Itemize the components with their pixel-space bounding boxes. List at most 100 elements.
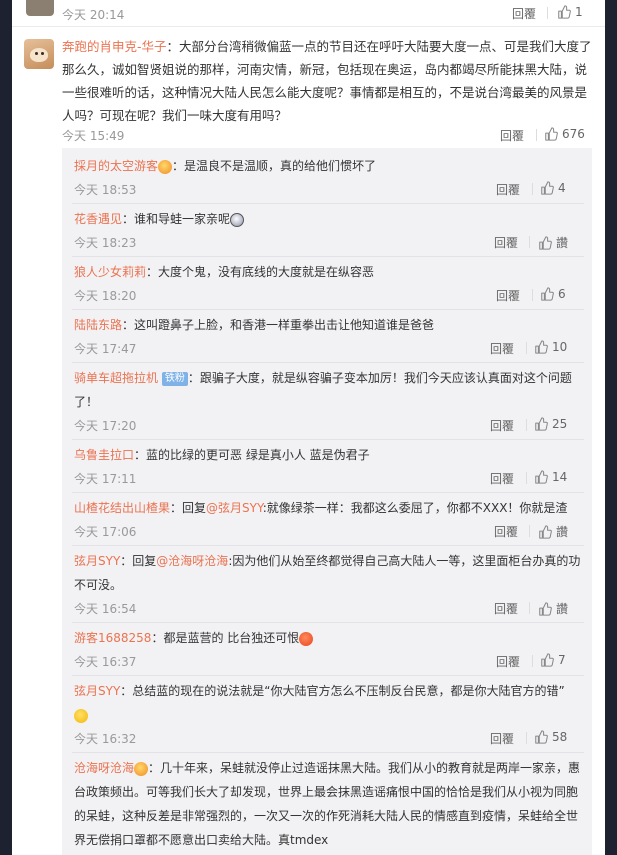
reply-text: ：几十年来，呆蛙就没停止过造谣抹黑大陆。我们从小的教育就是两岸一家亲，惠台政策频… <box>74 761 581 847</box>
reply-button[interactable]: 回覆 <box>494 600 518 617</box>
thumbs-up-icon <box>535 730 548 744</box>
divider <box>536 129 537 141</box>
thumbs-up-icon <box>539 235 552 250</box>
reply-footer: 今天 18:53 回覆 4 <box>74 181 584 197</box>
like-count: 25 <box>552 417 568 431</box>
emoji-icon <box>230 212 245 227</box>
reply-button[interactable]: 回覆 <box>490 730 514 747</box>
like-button[interactable]: 25 <box>534 417 567 431</box>
reply-footer: 今天 16:54 回覆 讚 <box>74 600 584 616</box>
reply-body: 山楂花结出山楂果：回复@弦月SYY:就像绿茶一样：我都这么委屈了，你都不XXX！… <box>74 496 584 520</box>
reply-body: 花香遇见：谁和导蛙一家亲呢 <box>74 207 584 231</box>
thumbs-up-icon <box>541 287 554 301</box>
reply-footer: 今天 16:32 回覆 58 <box>74 730 584 746</box>
username-link[interactable]: 骑单车超拖拉机 <box>74 371 158 385</box>
username-link[interactable]: 陆陆东路 <box>74 318 122 332</box>
like-button[interactable]: 10 <box>534 340 567 354</box>
username-link[interactable]: 游客1688258 <box>74 631 151 645</box>
thumbs-up-icon <box>535 417 548 431</box>
reply-button[interactable]: 回覆 <box>496 653 520 670</box>
avatar[interactable] <box>26 0 54 16</box>
reply-time: 今天 16:37 <box>74 655 137 669</box>
reply-separator <box>72 752 584 753</box>
reply-button[interactable]: 回覆 <box>496 181 520 198</box>
reply-footer: 今天 17:20 回覆 25 <box>74 417 584 433</box>
username-link[interactable]: 沧海呀沧海 <box>74 761 134 775</box>
thumbs-up-icon <box>535 340 548 354</box>
like-button[interactable]: 676 <box>544 127 585 141</box>
reply-text: ：蓝的比绿的更可恶 绿是真小人 蓝是伪君子 <box>134 448 370 462</box>
mention-link[interactable]: @弦月SYY <box>206 501 263 515</box>
divider <box>529 236 530 248</box>
reply-button[interactable]: 回覆 <box>512 5 536 22</box>
avatar-eye <box>41 52 44 55</box>
reply-text: ：是温良不是温顺，真的给他们惯坏了 <box>172 159 377 173</box>
emoji-icon <box>134 761 149 776</box>
reply-time: 今天 17:06 <box>74 525 137 539</box>
divider <box>547 7 548 19</box>
emoji-icon <box>299 631 314 646</box>
reply-body: 採月的太空游客 ：是温良不是温顺，真的给他们惯坏了 <box>74 154 584 178</box>
reply-footer: 今天 18:23 回覆 讚 <box>74 234 584 250</box>
username-link[interactable]: 乌鲁圭拉口 <box>74 448 134 462</box>
like-button[interactable]: 14 <box>534 470 567 484</box>
thumbs-up-icon <box>535 470 548 484</box>
reply-time: 今天 16:54 <box>74 602 137 616</box>
comment-body: 奔跑的肖申克-华子：大部分台湾稍微偏蓝一点的节目还在呼吁大陆要大度一点、可是我们… <box>62 35 592 127</box>
reply-time: 今天 18:53 <box>74 183 137 197</box>
reply-text: ：总结蓝的现在的说法就是“你大陆官方怎么不压制反台民意，都是你大陆官方的错” <box>120 684 565 698</box>
like-button[interactable]: 讚 <box>538 234 568 251</box>
reply-separator <box>72 439 584 440</box>
reply-separator <box>72 675 584 676</box>
reply-button[interactable]: 回覆 <box>494 523 518 540</box>
like-button[interactable]: 讚 <box>538 600 568 617</box>
reply-footer: 今天 17:06 回覆 讚 <box>74 523 584 539</box>
like-count: 讚 <box>556 236 569 250</box>
reply-button[interactable]: 回覆 <box>490 340 514 357</box>
username-link[interactable]: 弦月SYY <box>74 684 120 698</box>
reply-text: ：这叫蹬鼻子上脸，和香港一样重拳出击让他知道谁是爸爸 <box>122 318 435 332</box>
reply-button[interactable]: 回覆 <box>490 417 514 434</box>
comment-footer: 今天 15:49 回覆 676 <box>62 126 592 144</box>
divider <box>526 472 527 484</box>
reply-separator <box>72 545 584 546</box>
username-link[interactable]: 弦月SYY <box>74 554 120 568</box>
comment-time: 今天 15:49 <box>62 129 125 143</box>
like-button[interactable]: 6 <box>540 287 566 301</box>
reply-separator <box>72 203 584 204</box>
reply-button[interactable]: 回覆 <box>494 234 518 251</box>
like-button[interactable]: 7 <box>540 653 566 667</box>
reply-footer: 今天 17:11 回覆 14 <box>74 470 584 486</box>
username-link[interactable]: 狼人少女莉莉 <box>74 265 146 279</box>
username-link[interactable]: 山楂花结出山楂果 <box>74 501 170 515</box>
emoji-icon <box>74 708 88 723</box>
avatar[interactable] <box>24 39 54 69</box>
username-link[interactable]: 花香遇见 <box>74 212 122 226</box>
window-frame-left <box>0 0 12 855</box>
reply-button[interactable]: 回覆 <box>496 287 520 304</box>
like-button[interactable]: 1 <box>557 5 583 19</box>
like-button[interactable]: 58 <box>534 730 567 744</box>
divider <box>532 655 533 667</box>
reply-button[interactable]: 回覆 <box>490 470 514 487</box>
username-link[interactable]: 採月的太空游客 <box>74 159 158 173</box>
like-count: 1 <box>575 5 583 19</box>
reply-button[interactable]: 回覆 <box>500 127 524 144</box>
like-button[interactable]: 讚 <box>538 523 568 540</box>
like-button[interactable]: 4 <box>540 181 566 195</box>
thumbs-up-icon <box>541 653 554 667</box>
reply-separator <box>72 309 584 310</box>
reply-footer: 今天 17:47 回覆 10 <box>74 340 584 356</box>
username-link[interactable]: 奔跑的肖申克-华子 <box>62 39 167 54</box>
avatar-face <box>30 48 48 62</box>
divider <box>532 289 533 301</box>
like-count: 676 <box>562 127 585 141</box>
like-count: 讚 <box>556 602 569 616</box>
divider <box>529 602 530 614</box>
reply-body: 游客1688258：都是蓝营的 比台独还可恨 <box>74 626 584 650</box>
reply-body: 陆陆东路：这叫蹬鼻子上脸，和香港一样重拳出击让他知道谁是爸爸 <box>74 313 584 337</box>
previous-comment-footer: 今天 20:14 回覆 1 <box>12 0 605 27</box>
mention-link[interactable]: @沧海呀沧海 <box>156 554 228 568</box>
divider <box>526 342 527 354</box>
reply-separator <box>72 622 584 623</box>
